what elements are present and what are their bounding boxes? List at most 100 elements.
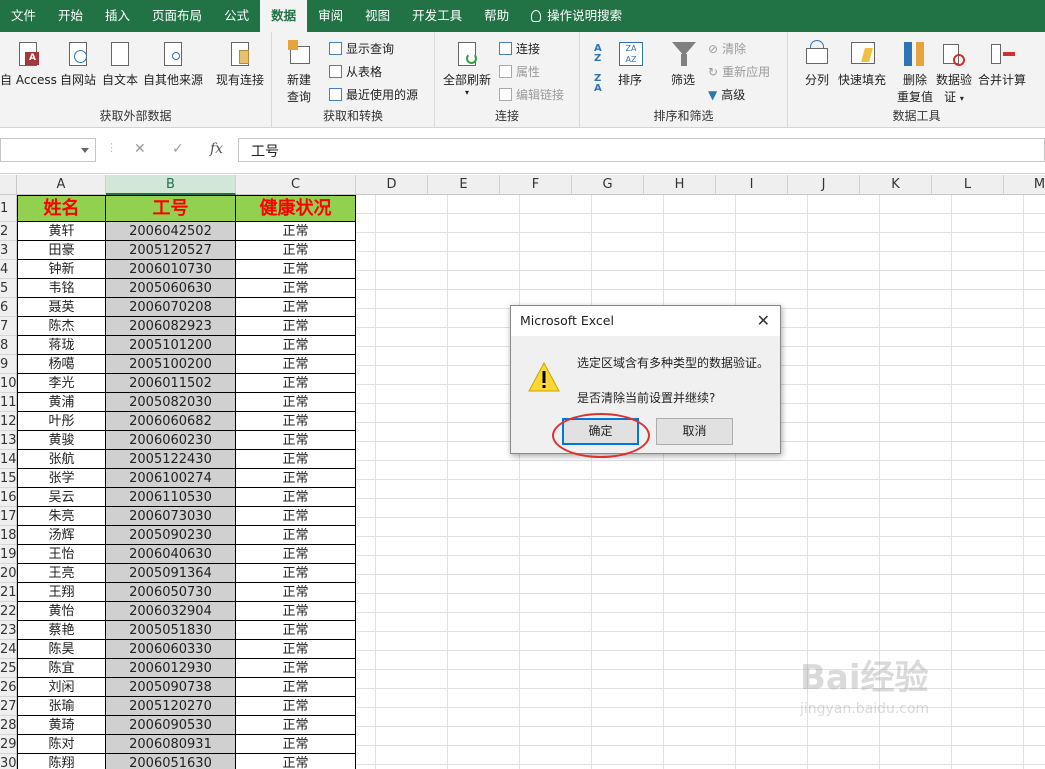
name-cell[interactable]: 陈杰 — [17, 317, 106, 336]
row-header[interactable]: 9 — [0, 355, 17, 374]
id-cell[interactable]: 2006060230 — [106, 431, 236, 450]
data-validation-button[interactable]: 数据验 证 ▾ — [936, 40, 972, 105]
id-cell[interactable]: 2005060630 — [106, 279, 236, 298]
column-header-A[interactable]: A — [17, 175, 106, 195]
name-cell[interactable]: 陈对 — [17, 735, 106, 754]
from-web-button[interactable]: 自网站 — [60, 40, 96, 88]
id-cell[interactable]: 2006060330 — [106, 640, 236, 659]
id-cell[interactable]: 2006080931 — [106, 735, 236, 754]
row-header[interactable]: 8 — [0, 336, 17, 355]
status-cell[interactable]: 正常 — [236, 412, 356, 431]
sort-az-icon[interactable]: AZ — [594, 44, 602, 64]
row-header[interactable]: 18 — [0, 526, 17, 545]
row-header[interactable]: 21 — [0, 583, 17, 602]
status-cell[interactable]: 正常 — [236, 564, 356, 583]
enter-icon[interactable]: ✓ — [172, 141, 184, 157]
close-icon[interactable]: ✕ — [757, 311, 770, 330]
status-cell[interactable]: 正常 — [236, 469, 356, 488]
name-cell[interactable]: 陈翔 — [17, 754, 106, 769]
column-header-K[interactable]: K — [860, 175, 932, 195]
name-cell[interactable]: 黄骏 — [17, 431, 106, 450]
status-cell[interactable]: 正常 — [236, 241, 356, 260]
id-cell[interactable]: 2006100274 — [106, 469, 236, 488]
row-header[interactable]: 27 — [0, 697, 17, 716]
column-header-F[interactable]: F — [500, 175, 572, 195]
menu-item-9[interactable]: 帮助 — [473, 0, 520, 32]
flash-fill-button[interactable]: 快速填充 — [838, 40, 886, 88]
row-header[interactable]: 3 — [0, 241, 17, 260]
recent-sources-button[interactable]: 最近使用的源 — [329, 86, 418, 103]
row-header[interactable]: 30 — [0, 754, 17, 769]
text-to-columns-button[interactable]: 分列 — [804, 40, 830, 88]
status-cell[interactable]: 正常 — [236, 222, 356, 241]
name-cell[interactable]: 王翔 — [17, 583, 106, 602]
id-cell[interactable]: 2006010730 — [106, 260, 236, 279]
id-cell[interactable]: 2005091364 — [106, 564, 236, 583]
cancel-button[interactable]: 取消 — [656, 418, 733, 445]
row-header[interactable]: 5 — [0, 279, 17, 298]
existing-connections-button[interactable]: 现有连接 — [216, 40, 264, 88]
id-cell[interactable]: 2006040630 — [106, 545, 236, 564]
row-header[interactable]: 13 — [0, 431, 17, 450]
column-header-L[interactable]: L — [932, 175, 1004, 195]
status-cell[interactable]: 正常 — [236, 374, 356, 393]
clear-filter-button[interactable]: ⊘ 清除 — [708, 40, 746, 57]
header-cell-id[interactable]: 工号 — [106, 195, 236, 222]
name-cell[interactable]: 蔡艳 — [17, 621, 106, 640]
column-header-J[interactable]: J — [788, 175, 860, 195]
menu-item-1[interactable]: 开始 — [47, 0, 94, 32]
refresh-all-button[interactable]: 全部刷新 ▾ — [443, 40, 491, 97]
id-cell[interactable]: 2006042502 — [106, 222, 236, 241]
tell-me-search[interactable]: 操作说明搜索 — [520, 0, 633, 32]
row-header[interactable]: 16 — [0, 488, 17, 507]
select-all-corner[interactable] — [0, 175, 17, 195]
column-header-C[interactable]: C — [236, 175, 356, 195]
id-cell[interactable]: 2005120270 — [106, 697, 236, 716]
name-cell[interactable]: 黄怡 — [17, 602, 106, 621]
id-cell[interactable]: 2006011502 — [106, 374, 236, 393]
status-cell[interactable]: 正常 — [236, 659, 356, 678]
formula-input[interactable]: 工号 — [238, 138, 1045, 162]
new-query-button[interactable]: 新建 查询 — [286, 40, 312, 105]
status-cell[interactable]: 正常 — [236, 336, 356, 355]
name-cell[interactable]: 黄浦 — [17, 393, 106, 412]
name-cell[interactable]: 张航 — [17, 450, 106, 469]
row-header[interactable]: 14 — [0, 450, 17, 469]
id-cell[interactable]: 2006032904 — [106, 602, 236, 621]
status-cell[interactable]: 正常 — [236, 317, 356, 336]
function-icon[interactable]: fx — [210, 141, 223, 157]
id-cell[interactable]: 2005122430 — [106, 450, 236, 469]
status-cell[interactable]: 正常 — [236, 298, 356, 317]
menu-item-2[interactable]: 插入 — [94, 0, 141, 32]
from-text-button[interactable]: 自文本 — [102, 40, 138, 88]
name-cell[interactable]: 黄轩 — [17, 222, 106, 241]
id-cell[interactable]: 2006051630 — [106, 754, 236, 769]
name-cell[interactable]: 陈昊 — [17, 640, 106, 659]
row-header[interactable]: 24 — [0, 640, 17, 659]
row-header[interactable]: 28 — [0, 716, 17, 735]
id-cell[interactable]: 2005101200 — [106, 336, 236, 355]
row-header[interactable]: 17 — [0, 507, 17, 526]
row-header[interactable]: 4 — [0, 260, 17, 279]
from-table-button[interactable]: 从表格 — [329, 63, 382, 80]
menu-item-0[interactable]: 文件 — [0, 0, 47, 32]
status-cell[interactable]: 正常 — [236, 488, 356, 507]
status-cell[interactable]: 正常 — [236, 393, 356, 412]
sort-za-icon[interactable]: ZA — [594, 74, 602, 94]
name-cell[interactable]: 朱亮 — [17, 507, 106, 526]
id-cell[interactable]: 2006050730 — [106, 583, 236, 602]
status-cell[interactable]: 正常 — [236, 545, 356, 564]
row-header[interactable]: 10 — [0, 374, 17, 393]
id-cell[interactable]: 2006110530 — [106, 488, 236, 507]
name-cell[interactable]: 杨噶 — [17, 355, 106, 374]
name-cell[interactable]: 陈宜 — [17, 659, 106, 678]
row-header[interactable]: 2 — [0, 222, 17, 241]
filter-button[interactable]: 筛选 — [670, 40, 696, 88]
status-cell[interactable]: 正常 — [236, 621, 356, 640]
status-cell[interactable]: 正常 — [236, 260, 356, 279]
status-cell[interactable]: 正常 — [236, 602, 356, 621]
properties-button[interactable]: 属性 — [499, 63, 540, 80]
id-cell[interactable]: 2006012930 — [106, 659, 236, 678]
row-header[interactable]: 19 — [0, 545, 17, 564]
id-cell[interactable]: 2005082030 — [106, 393, 236, 412]
